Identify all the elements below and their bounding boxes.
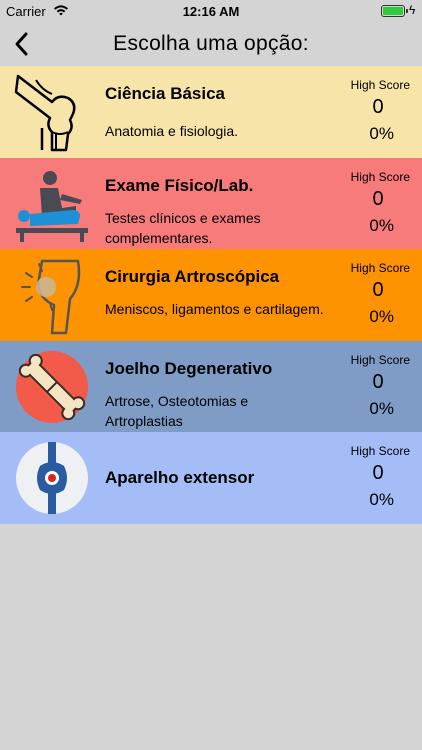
option-title: Ciência Básica — [105, 84, 226, 103]
clock: 12:16 AM — [182, 4, 240, 19]
physical-exam-icon — [16, 170, 88, 242]
high-score-label: High Score — [350, 444, 410, 458]
high-score-label: High Score — [350, 78, 410, 92]
option-list: Ciência Básica Anatomia e fisiologia. Hi… — [0, 66, 422, 524]
option-title: Joelho Degenerativo — [105, 358, 273, 378]
high-score-value: 0 — [372, 96, 384, 118]
option-title: Aparelho extensor — [105, 468, 255, 487]
option-cirurgia-artroscopica[interactable]: Cirurgia Artroscópica Meniscos, ligament… — [0, 249, 422, 341]
battery-icon — [381, 5, 408, 17]
percent-value: 0% — [369, 124, 394, 143]
degenerative-joint-icon — [16, 350, 88, 423]
percent-value: 0% — [369, 307, 394, 326]
option-ciencia-basica[interactable]: Ciência Básica Anatomia e fisiologia. Hi… — [0, 66, 422, 158]
status-bar: Carrier 12:16 AM ϟ — [0, 0, 422, 22]
option-exame-fisico[interactable]: Exame Físico/Lab. Testes clínicos e exam… — [0, 157, 422, 249]
option-joelho-degenerativo[interactable]: Joelho Degenerativo Artrose, Osteotomias… — [0, 340, 422, 432]
option-description: Testes clínicos e exames complementares. — [105, 209, 261, 246]
option-title: Exame Físico/Lab. — [105, 175, 254, 195]
navigation-bar: Escolha uma opção: — [0, 22, 422, 66]
percent-value: 0% — [369, 490, 394, 509]
percent-value: 0% — [369, 215, 394, 235]
high-score-value: 0 — [372, 462, 384, 484]
arthroscopy-knee-icon — [21, 259, 81, 335]
option-title: Cirurgia Artroscópica — [105, 267, 280, 286]
charging-bolt-icon: ϟ — [409, 3, 416, 17]
option-aparelho-extensor[interactable]: Aparelho extensor High Score 0 0% — [0, 432, 422, 524]
extensor-apparatus-icon — [16, 442, 88, 514]
high-score-label: High Score — [350, 169, 410, 184]
high-score-value: 0 — [372, 187, 384, 210]
high-score-value: 0 — [372, 370, 384, 393]
option-description: Meniscos, ligamentos e cartilagem. — [105, 301, 324, 317]
high-score-label: High Score — [350, 352, 410, 367]
high-score-value: 0 — [372, 279, 384, 301]
option-description: Anatomia e fisiologia. — [105, 123, 239, 139]
page-title: Escolha uma opção: — [113, 32, 309, 55]
percent-value: 0% — [369, 398, 394, 418]
knee-bone-icon — [14, 74, 76, 152]
high-score-label: High Score — [350, 261, 410, 275]
option-description: Artrose, Osteotomias e Artroplastias — [105, 392, 249, 429]
